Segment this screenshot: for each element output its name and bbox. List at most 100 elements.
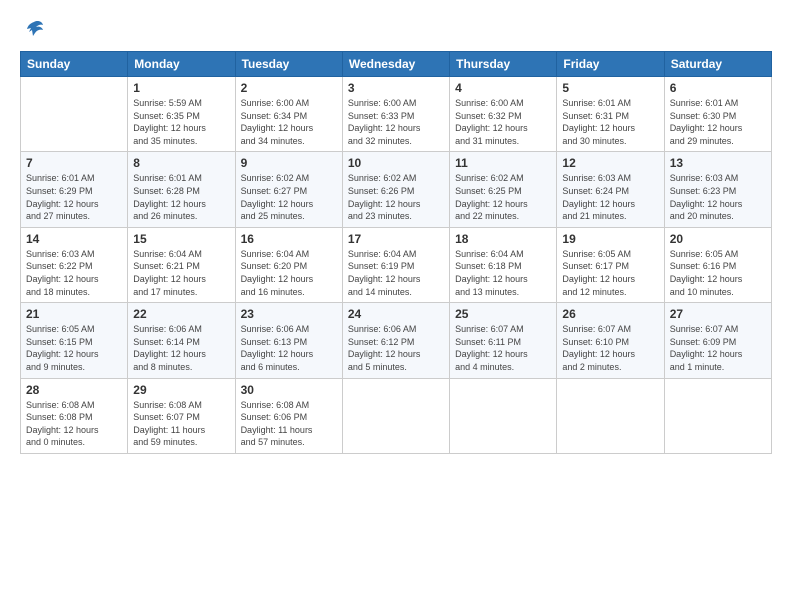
calendar-cell: 16 Sunrise: 6:04 AM Sunset: 6:20 PM Dayli… — [235, 227, 342, 302]
weekday-header-wednesday: Wednesday — [342, 52, 449, 77]
calendar-cell: 22Sunrise: 6:06 AM Sunset: 6:14 PM Dayli… — [128, 303, 235, 378]
weekday-header-row: SundayMondayTuesdayWednesdayThursdayFrid… — [21, 52, 772, 77]
day-info: Sunrise: 6:02 AM Sunset: 6:26 PM Dayligh… — [348, 172, 444, 222]
logo — [20, 18, 45, 41]
day-info: Sunrise: 6:02 AM Sunset: 6:25 PM Dayligh… — [455, 172, 551, 222]
weekday-header-saturday: Saturday — [664, 52, 771, 77]
calendar-week-5: 28 Sunrise: 6:08 AM Sunset: 6:08 PM Dayli… — [21, 378, 772, 453]
calendar-cell: 18Sunrise: 6:04 AM Sunset: 6:18 PM Dayli… — [450, 227, 557, 302]
day-info: Sunrise: 6:01 AM Sunset: 6:29 PM Dayligh… — [26, 172, 122, 222]
day-info: Sunrise: 6:06 AM Sunset: 6:12 PM Dayligh… — [348, 323, 444, 373]
calendar-week-1: 1 Sunrise: 5:59 AM Sunset: 6:35 PM Daylig… — [21, 77, 772, 152]
calendar-cell: 15 Sunrise: 6:04 AM Sunset: 6:21 PM Dayli… — [128, 227, 235, 302]
day-info: Sunrise: 6:05 AM Sunset: 6:16 PM Dayligh… — [670, 248, 766, 298]
day-info: Sunrise: 6:03 AM Sunset: 6:23 PM Dayligh… — [670, 172, 766, 222]
day-number: 25 — [455, 307, 551, 321]
day-info: Sunrise: 6:03 AM Sunset: 6:22 PM Dayligh… — [26, 248, 122, 298]
weekday-header-tuesday: Tuesday — [235, 52, 342, 77]
calendar-cell — [450, 378, 557, 453]
day-info: Sunrise: 6:06 AM Sunset: 6:14 PM Dayligh… — [133, 323, 229, 373]
day-info: Sunrise: 6:08 AM Sunset: 6:06 PM Dayligh… — [241, 399, 337, 449]
day-number: 19 — [562, 232, 658, 246]
calendar-cell: 28 Sunrise: 6:08 AM Sunset: 6:08 PM Dayli… — [21, 378, 128, 453]
day-number: 1 — [133, 81, 229, 95]
day-number: 27 — [670, 307, 766, 321]
calendar-cell: 10 Sunrise: 6:02 AM Sunset: 6:26 PM Dayli… — [342, 152, 449, 227]
calendar-cell: 6 Sunrise: 6:01 AM Sunset: 6:30 PM Daylig… — [664, 77, 771, 152]
calendar-cell: 19 Sunrise: 6:05 AM Sunset: 6:17 PM Dayli… — [557, 227, 664, 302]
calendar-week-4: 21 Sunrise: 6:05 AM Sunset: 6:15 PM Dayli… — [21, 303, 772, 378]
day-info: Sunrise: 6:01 AM Sunset: 6:30 PM Dayligh… — [670, 97, 766, 147]
calendar-cell: 2Sunrise: 6:00 AM Sunset: 6:34 PM Daylig… — [235, 77, 342, 152]
day-number: 5 — [562, 81, 658, 95]
weekday-header-sunday: Sunday — [21, 52, 128, 77]
calendar-cell: 20 Sunrise: 6:05 AM Sunset: 6:16 PM Dayli… — [664, 227, 771, 302]
weekday-header-thursday: Thursday — [450, 52, 557, 77]
calendar-cell: 24 Sunrise: 6:06 AM Sunset: 6:12 PM Dayli… — [342, 303, 449, 378]
day-info: Sunrise: 6:02 AM Sunset: 6:27 PM Dayligh… — [241, 172, 337, 222]
day-info: Sunrise: 6:08 AM Sunset: 6:08 PM Dayligh… — [26, 399, 122, 449]
day-number: 9 — [241, 156, 337, 170]
day-info: Sunrise: 6:00 AM Sunset: 6:34 PM Dayligh… — [241, 97, 337, 147]
day-number: 23 — [241, 307, 337, 321]
day-info: Sunrise: 6:03 AM Sunset: 6:24 PM Dayligh… — [562, 172, 658, 222]
calendar-cell: 13 Sunrise: 6:03 AM Sunset: 6:23 PM Dayli… — [664, 152, 771, 227]
day-info: Sunrise: 6:04 AM Sunset: 6:19 PM Dayligh… — [348, 248, 444, 298]
day-info: Sunrise: 6:05 AM Sunset: 6:15 PM Dayligh… — [26, 323, 122, 373]
day-number: 24 — [348, 307, 444, 321]
day-info: Sunrise: 6:08 AM Sunset: 6:07 PM Dayligh… — [133, 399, 229, 449]
calendar-cell: 30 Sunrise: 6:08 AM Sunset: 6:06 PM Dayli… — [235, 378, 342, 453]
day-info: Sunrise: 6:06 AM Sunset: 6:13 PM Dayligh… — [241, 323, 337, 373]
weekday-header-friday: Friday — [557, 52, 664, 77]
calendar-cell: 4 Sunrise: 6:00 AM Sunset: 6:32 PM Daylig… — [450, 77, 557, 152]
calendar-cell: 3 Sunrise: 6:00 AM Sunset: 6:33 PM Daylig… — [342, 77, 449, 152]
day-number: 29 — [133, 383, 229, 397]
day-number: 28 — [26, 383, 122, 397]
day-info: Sunrise: 6:00 AM Sunset: 6:33 PM Dayligh… — [348, 97, 444, 147]
calendar-cell: 27 Sunrise: 6:07 AM Sunset: 6:09 PM Dayli… — [664, 303, 771, 378]
calendar-cell — [664, 378, 771, 453]
day-number: 21 — [26, 307, 122, 321]
calendar-cell: 25Sunrise: 6:07 AM Sunset: 6:11 PM Dayli… — [450, 303, 557, 378]
day-number: 12 — [562, 156, 658, 170]
day-number: 7 — [26, 156, 122, 170]
day-number: 16 — [241, 232, 337, 246]
calendar-cell: 14 Sunrise: 6:03 AM Sunset: 6:22 PM Dayli… — [21, 227, 128, 302]
day-number: 30 — [241, 383, 337, 397]
calendar-cell: 29 Sunrise: 6:08 AM Sunset: 6:07 PM Dayli… — [128, 378, 235, 453]
day-info: Sunrise: 6:01 AM Sunset: 6:31 PM Dayligh… — [562, 97, 658, 147]
day-number: 17 — [348, 232, 444, 246]
calendar-cell: 26Sunrise: 6:07 AM Sunset: 6:10 PM Dayli… — [557, 303, 664, 378]
calendar-cell: 7 Sunrise: 6:01 AM Sunset: 6:29 PM Daylig… — [21, 152, 128, 227]
calendar-cell: 11 Sunrise: 6:02 AM Sunset: 6:25 PM Dayli… — [450, 152, 557, 227]
day-number: 3 — [348, 81, 444, 95]
calendar-week-3: 14 Sunrise: 6:03 AM Sunset: 6:22 PM Dayli… — [21, 227, 772, 302]
day-info: Sunrise: 6:04 AM Sunset: 6:21 PM Dayligh… — [133, 248, 229, 298]
day-number: 10 — [348, 156, 444, 170]
day-info: Sunrise: 6:04 AM Sunset: 6:18 PM Dayligh… — [455, 248, 551, 298]
day-number: 26 — [562, 307, 658, 321]
calendar-cell — [557, 378, 664, 453]
day-number: 13 — [670, 156, 766, 170]
day-info: Sunrise: 6:01 AM Sunset: 6:28 PM Dayligh… — [133, 172, 229, 222]
day-info: Sunrise: 6:07 AM Sunset: 6:09 PM Dayligh… — [670, 323, 766, 373]
logo-bird-icon — [23, 18, 45, 40]
calendar-week-2: 7 Sunrise: 6:01 AM Sunset: 6:29 PM Daylig… — [21, 152, 772, 227]
day-number: 8 — [133, 156, 229, 170]
weekday-header-monday: Monday — [128, 52, 235, 77]
day-info: Sunrise: 6:05 AM Sunset: 6:17 PM Dayligh… — [562, 248, 658, 298]
page-header — [20, 18, 772, 41]
calendar-cell: 23 Sunrise: 6:06 AM Sunset: 6:13 PM Dayli… — [235, 303, 342, 378]
day-info: Sunrise: 6:00 AM Sunset: 6:32 PM Dayligh… — [455, 97, 551, 147]
day-number: 14 — [26, 232, 122, 246]
day-number: 20 — [670, 232, 766, 246]
day-number: 4 — [455, 81, 551, 95]
calendar-cell: 12 Sunrise: 6:03 AM Sunset: 6:24 PM Dayli… — [557, 152, 664, 227]
calendar-cell — [342, 378, 449, 453]
day-number: 15 — [133, 232, 229, 246]
day-info: Sunrise: 5:59 AM Sunset: 6:35 PM Dayligh… — [133, 97, 229, 147]
day-number: 11 — [455, 156, 551, 170]
calendar-cell: 9 Sunrise: 6:02 AM Sunset: 6:27 PM Daylig… — [235, 152, 342, 227]
day-info: Sunrise: 6:04 AM Sunset: 6:20 PM Dayligh… — [241, 248, 337, 298]
day-number: 6 — [670, 81, 766, 95]
